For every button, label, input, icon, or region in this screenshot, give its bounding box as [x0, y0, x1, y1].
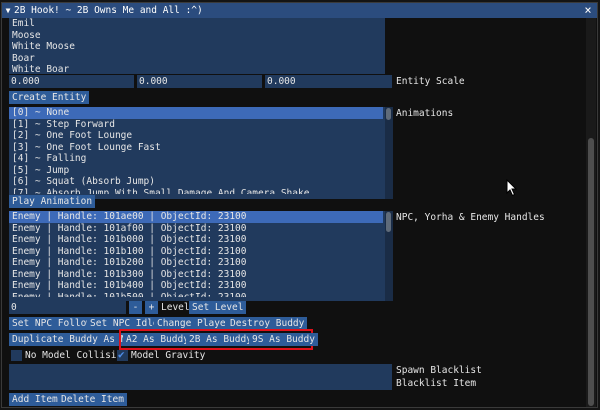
create-entity-button[interactable]: Create Entity: [9, 91, 90, 104]
level-input[interactable]: 0: [9, 301, 126, 314]
window-content: Emil Moose White Moose Boar White Boar 0…: [2, 18, 597, 407]
entity-scale-y-input[interactable]: 0.000: [137, 75, 262, 88]
list-item[interactable]: [2] ~ One Foot Lounge: [9, 130, 393, 142]
entity-scale-label: Entity Scale: [396, 76, 465, 87]
set-level-button[interactable]: Set Level: [189, 301, 247, 314]
spawn-blacklist-input[interactable]: [9, 364, 392, 377]
list-item[interactable]: Enemy | Handle: 101b200 | ObjectId: 2310…: [9, 257, 393, 269]
list-item[interactable]: [5] ~ Jump: [9, 165, 393, 177]
set-npc-follow-button[interactable]: Set NPC Follow: [9, 317, 96, 330]
entity-scale-x-input[interactable]: 0.000: [9, 75, 134, 88]
main-scrollbar[interactable]: [586, 18, 596, 407]
window-title: 2B Hook! ~ 2B Owns Me and All :^): [14, 5, 203, 16]
list-item[interactable]: Boar: [9, 53, 377, 65]
handles-scrollbar[interactable]: [385, 211, 393, 301]
title-bar[interactable]: ▼ 2B Hook! ~ 2B Owns Me and All :^) ×: [2, 3, 597, 18]
list-item[interactable]: [1] ~ Step Forward: [9, 119, 393, 131]
add-item-button[interactable]: Add Item: [9, 393, 61, 406]
level-decrement-button[interactable]: -: [129, 301, 142, 314]
scrollbar-thumb[interactable]: [386, 212, 391, 232]
close-icon[interactable]: ×: [582, 3, 594, 18]
list-item[interactable]: [6] ~ Squat (Absorb Jump): [9, 176, 393, 188]
animations-list[interactable]: [0] ~ None [1] ~ Step Forward [2] ~ One …: [9, 107, 393, 199]
scrollbar-thumb[interactable]: [386, 108, 391, 120]
list-item[interactable]: White Moose: [9, 41, 377, 53]
blacklist-item-input[interactable]: [9, 377, 392, 390]
list-item[interactable]: Enemy | Handle: 101af00 | ObjectId: 2310…: [9, 223, 393, 235]
hook-window: ▼ 2B Hook! ~ 2B Owns Me and All :^) × Em…: [1, 2, 598, 408]
2b-as-buddy-button[interactable]: 2B As Buddy: [186, 333, 255, 346]
list-item[interactable]: White Boar: [9, 64, 377, 74]
handles-list[interactable]: Enemy | Handle: 101ae00 | ObjectId: 2310…: [9, 211, 393, 301]
handles-label: NPC, Yorha & Enemy Handles: [396, 212, 545, 223]
list-item[interactable]: [7] ~ Absorb Jump With Small Damage And …: [9, 188, 393, 194]
spawn-blacklist-label: Spawn Blacklist: [396, 365, 482, 376]
list-item[interactable]: [0] ~ None: [9, 107, 383, 119]
model-gravity-label: Model Gravity: [131, 350, 206, 361]
blacklist-item-label: Blacklist Item: [396, 378, 477, 389]
checkmark-icon: ✔: [118, 348, 125, 361]
list-item[interactable]: Enemy | Handle: 101b300 | ObjectId: 2310…: [9, 269, 393, 281]
list-item[interactable]: Enemy | Handle: 101b400 | ObjectId: 2310…: [9, 280, 393, 292]
list-item[interactable]: Moose: [9, 30, 377, 42]
scrollbar-thumb[interactable]: [588, 138, 594, 406]
no-model-collision-label: No Model Collision: [25, 350, 128, 361]
list-item[interactable]: Enemy | Handle: 101b000 | ObjectId: 2310…: [9, 234, 393, 246]
animations-scrollbar[interactable]: [385, 107, 393, 199]
play-animation-button[interactable]: Play Animation: [9, 195, 96, 208]
list-item[interactable]: [4] ~ Falling: [9, 153, 393, 165]
9s-as-buddy-button[interactable]: 9S As Buddy: [249, 333, 318, 346]
a2-as-buddy-button[interactable]: A2 As Buddy: [123, 333, 192, 346]
model-gravity-checkbox[interactable]: ✔: [117, 348, 128, 361]
list-item[interactable]: [3] ~ One Foot Lounge Fast: [9, 142, 393, 154]
animations-label: Animations: [396, 108, 454, 119]
list-item[interactable]: Enemy | Handle: 101b100 | ObjectId: 2310…: [9, 246, 393, 258]
level-label: Level: [161, 302, 190, 313]
list-item[interactable]: Emil: [9, 18, 377, 30]
no-model-collision-checkbox[interactable]: [11, 350, 22, 361]
level-increment-button[interactable]: +: [145, 301, 158, 314]
list-item[interactable]: Enemy | Handle: 101ae00 | ObjectId: 2310…: [9, 211, 383, 223]
list-item[interactable]: Enemy | Handle: 101b500 | ObjectId: 2310…: [9, 292, 393, 297]
collapse-arrow-icon[interactable]: ▼: [2, 6, 14, 15]
mouse-cursor-icon: [506, 179, 518, 197]
entity-list[interactable]: Emil Moose White Moose Boar White Boar: [9, 18, 385, 74]
delete-item-button[interactable]: Delete Item: [58, 393, 127, 406]
entity-scale-z-input[interactable]: 0.000: [265, 75, 392, 88]
